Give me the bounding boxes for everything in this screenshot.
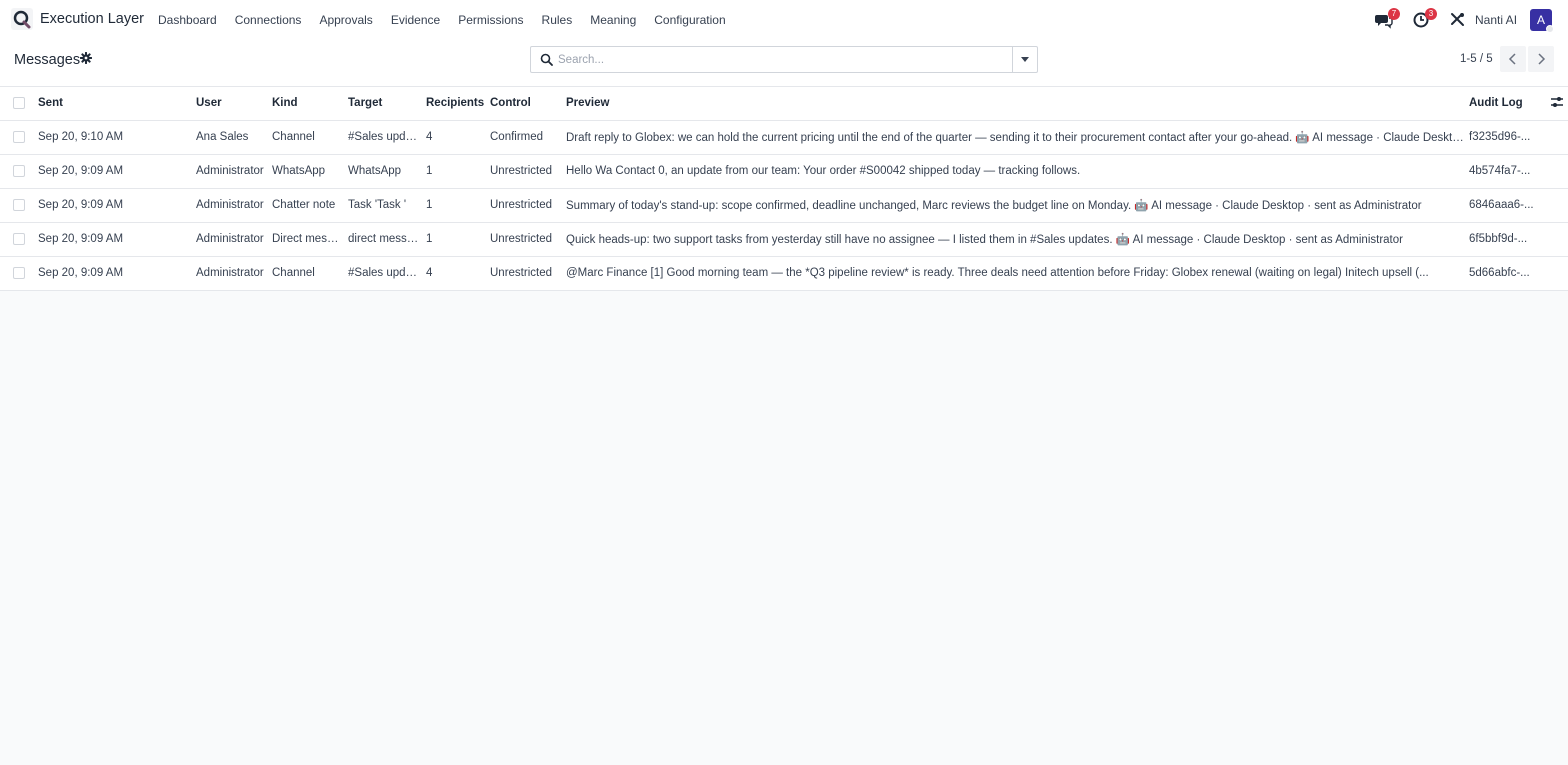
messaging-badge: 7 xyxy=(1388,8,1400,20)
cell-user: Ana Sales xyxy=(196,120,272,155)
cell-target: WhatsApp xyxy=(348,154,426,189)
presence-status-icon xyxy=(1546,25,1554,33)
cell-user: Administrator xyxy=(196,188,272,223)
column-header-target[interactable]: Target xyxy=(348,87,426,121)
table-row[interactable]: Sep 20, 9:09 AM Administrator Chatter no… xyxy=(0,188,1568,223)
gear-icon[interactable] xyxy=(80,52,92,64)
row-checkbox[interactable] xyxy=(13,198,25,211)
menu-item-meaning[interactable]: Meaning xyxy=(590,13,636,27)
cell-sent: Sep 20, 9:09 AM xyxy=(38,188,196,223)
column-header-recipients[interactable]: Recipients xyxy=(426,87,490,121)
row-checkbox[interactable] xyxy=(13,130,25,143)
row-checkbox[interactable] xyxy=(13,232,25,245)
search-options-toggle[interactable] xyxy=(1012,47,1037,72)
cell-control: Unrestricted xyxy=(490,222,566,257)
cell-target: Task 'Task ' xyxy=(348,188,426,223)
cell-sent: Sep 20, 9:09 AM xyxy=(38,256,196,291)
menu-item-evidence[interactable]: Evidence xyxy=(391,13,440,27)
search-input[interactable] xyxy=(558,48,1013,71)
tools-icon[interactable] xyxy=(1448,11,1466,29)
page-title: Messages xyxy=(14,52,81,68)
cell-sent: Sep 20, 9:09 AM xyxy=(38,222,196,257)
optional-columns-toggle-icon[interactable] xyxy=(1550,96,1564,111)
column-header-audit-log[interactable]: Audit Log xyxy=(1469,87,1550,121)
cell-audit-log[interactable]: 6f5bbf9d-... xyxy=(1469,222,1550,257)
top-navbar: Execution Layer Dashboard Connections Ap… xyxy=(0,0,1568,40)
cell-sent: Sep 20, 9:09 AM xyxy=(38,154,196,189)
table-row[interactable]: Sep 20, 9:09 AM Administrator Channel #S… xyxy=(0,256,1568,291)
table-header-row: Sent User Kind Target Recipients Control… xyxy=(0,87,1568,121)
cell-kind: Channel xyxy=(272,120,348,155)
cell-kind: WhatsApp xyxy=(272,154,348,189)
messaging-icon[interactable]: 7 xyxy=(1375,8,1400,29)
cell-user: Administrator xyxy=(196,222,272,257)
cell-sent: Sep 20, 9:10 AM xyxy=(38,120,196,155)
cell-audit-log[interactable]: f3235d96-... xyxy=(1469,120,1550,155)
cell-target: #Sales updates xyxy=(348,256,426,291)
cell-user: Administrator xyxy=(196,154,272,189)
app-logo-icon[interactable] xyxy=(11,8,33,30)
cell-kind: Direct message xyxy=(272,222,348,257)
avatar-letter: A xyxy=(1536,13,1545,27)
cell-audit-log[interactable]: 5d66abfc-... xyxy=(1469,256,1550,291)
cell-target: #Sales updates xyxy=(348,120,426,155)
row-checkbox[interactable] xyxy=(13,164,25,177)
cell-kind: Channel xyxy=(272,256,348,291)
table-row[interactable]: Sep 20, 9:09 AM Administrator Direct mes… xyxy=(0,222,1568,257)
search-bar xyxy=(530,46,1038,73)
messages-table: Sent User Kind Target Recipients Control… xyxy=(0,87,1568,291)
cell-preview: Summary of today's stand-up: scope confi… xyxy=(566,188,1469,223)
activity-clock-icon[interactable]: 3 xyxy=(1412,8,1437,29)
cell-target: direct message xyxy=(348,222,426,257)
column-header-preview[interactable]: Preview xyxy=(566,87,1469,121)
cell-recipients: 1 xyxy=(426,222,490,257)
cell-control: Confirmed xyxy=(490,120,566,155)
menu-item-connections[interactable]: Connections xyxy=(235,13,302,27)
cell-recipients: 4 xyxy=(426,120,490,155)
cell-kind: Chatter note xyxy=(272,188,348,223)
cell-preview: Hello Wa Contact 0, an update from our t… xyxy=(566,154,1469,189)
pager-previous-button[interactable] xyxy=(1500,46,1526,72)
search-icon xyxy=(540,53,553,66)
column-header-sent[interactable]: Sent xyxy=(38,87,196,121)
company-name[interactable]: Nanti AI xyxy=(1475,13,1517,27)
cell-recipients: 1 xyxy=(426,154,490,189)
column-header-user[interactable]: User xyxy=(196,87,272,121)
menu-item-rules[interactable]: Rules xyxy=(542,13,573,27)
table-row[interactable]: Sep 20, 9:09 AM Administrator WhatsApp W… xyxy=(0,154,1568,189)
row-checkbox[interactable] xyxy=(13,266,25,279)
pager-next-button[interactable] xyxy=(1528,46,1554,72)
activity-badge: 3 xyxy=(1425,8,1437,20)
cell-recipients: 1 xyxy=(426,188,490,223)
cell-audit-log[interactable]: 6846aaa6-... xyxy=(1469,188,1550,223)
select-all-checkbox[interactable] xyxy=(13,97,25,110)
cell-audit-log[interactable]: 4b574fa7-... xyxy=(1469,154,1550,189)
user-avatar[interactable]: A xyxy=(1530,9,1554,33)
main-menu: Dashboard Connections Approvals Evidence… xyxy=(158,13,744,27)
cell-control: Unrestricted xyxy=(490,154,566,189)
cell-recipients: 4 xyxy=(426,256,490,291)
cell-preview: Draft reply to Globex: we can hold the c… xyxy=(566,120,1469,155)
cell-user: Administrator xyxy=(196,256,272,291)
table-row[interactable]: Sep 20, 9:10 AM Ana Sales Channel #Sales… xyxy=(0,120,1568,155)
menu-item-approvals[interactable]: Approvals xyxy=(319,13,372,27)
column-header-kind[interactable]: Kind xyxy=(272,87,348,121)
cell-control: Unrestricted xyxy=(490,188,566,223)
app-title[interactable]: Execution Layer xyxy=(40,11,144,27)
cell-preview: @Marc Finance [1] Good morning team — th… xyxy=(566,256,1469,291)
menu-item-configuration[interactable]: Configuration xyxy=(654,13,725,27)
pager-value[interactable]: 1-5 / 5 xyxy=(1460,53,1493,65)
menu-item-dashboard[interactable]: Dashboard xyxy=(158,13,217,27)
menu-item-permissions[interactable]: Permissions xyxy=(458,13,523,27)
cell-preview: Quick heads-up: two support tasks from y… xyxy=(566,222,1469,257)
control-panel: Messages 1-5 / 5 xyxy=(0,40,1568,87)
column-header-control[interactable]: Control xyxy=(490,87,566,121)
cell-control: Unrestricted xyxy=(490,256,566,291)
